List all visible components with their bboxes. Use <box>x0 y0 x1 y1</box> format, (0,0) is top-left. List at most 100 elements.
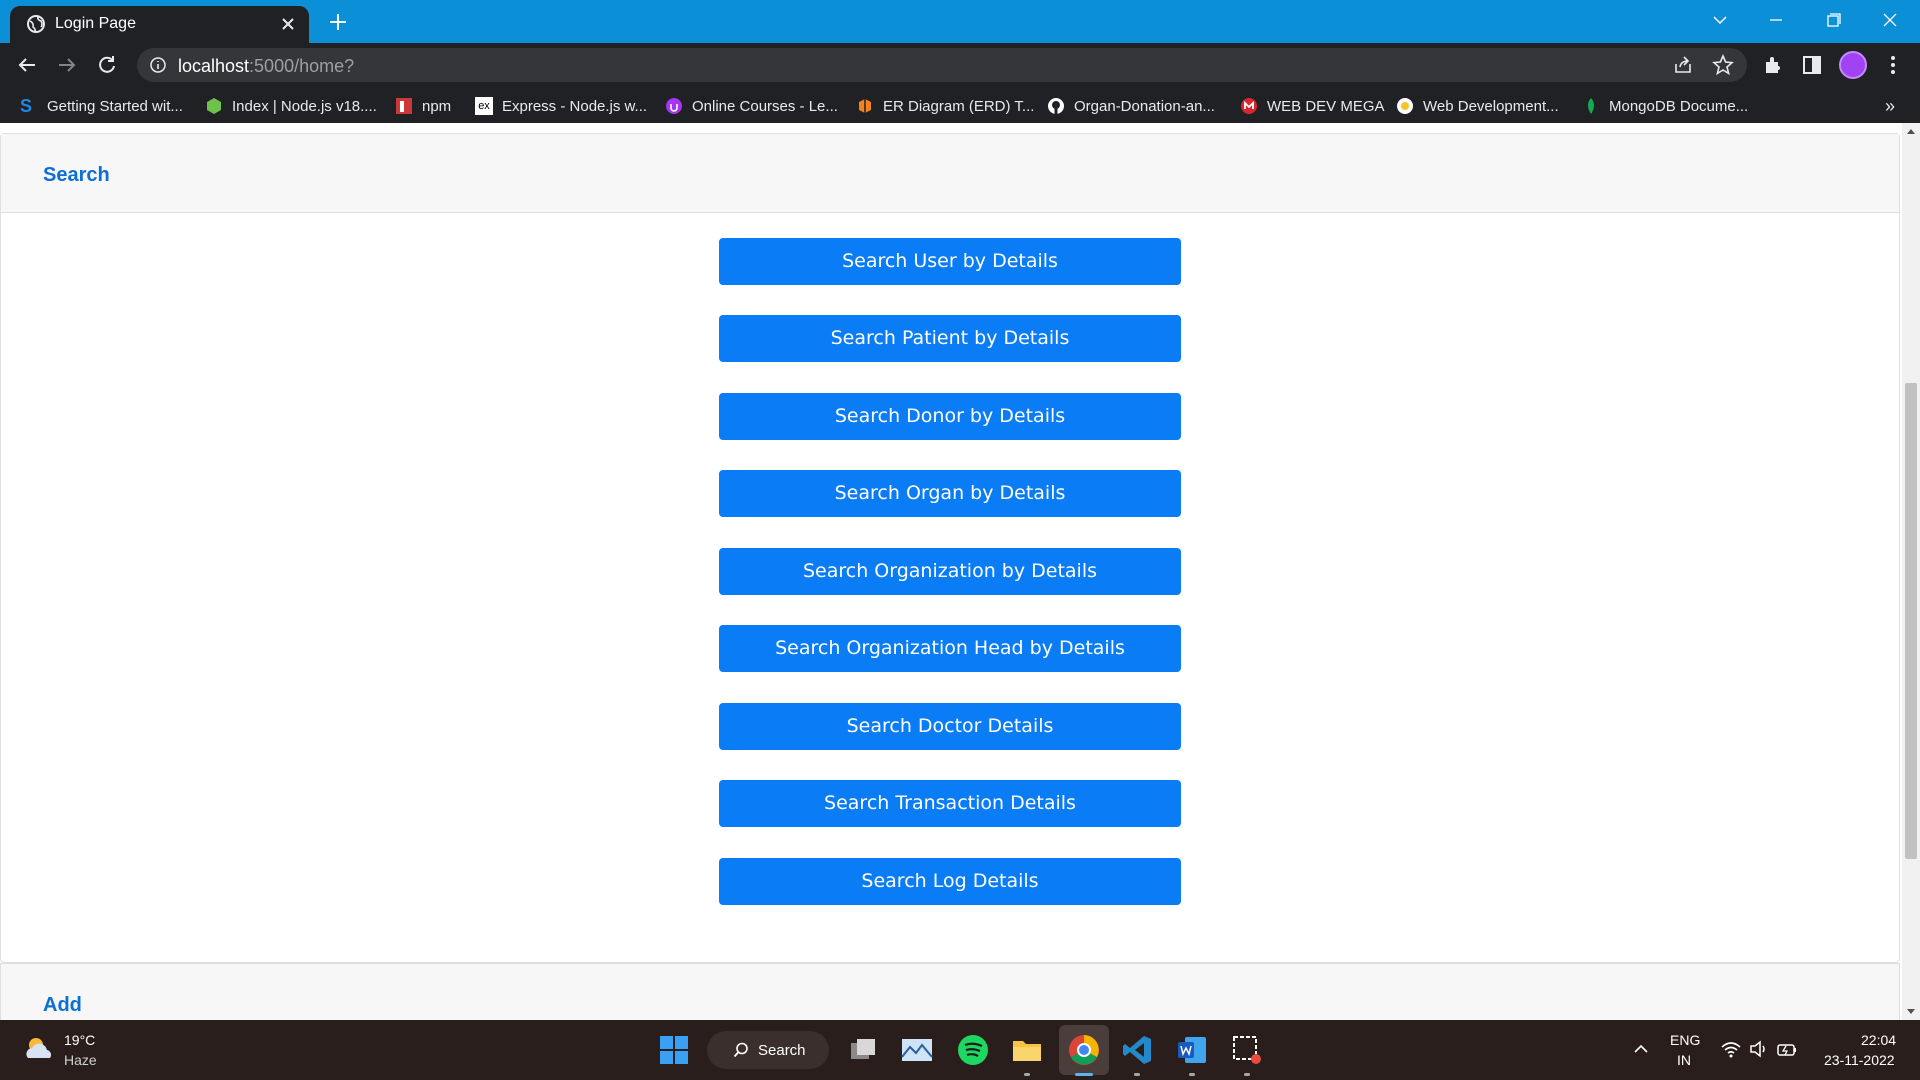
chrome-icon[interactable] <box>1067 1033 1101 1067</box>
word-icon[interactable] <box>1175 1033 1209 1067</box>
share-icon[interactable] <box>1672 54 1694 76</box>
bookmark-label: Index | Node.js v18.... <box>232 97 377 115</box>
bookmark-online-courses[interactable]: Online Courses - Le... <box>665 95 838 117</box>
search-log-button[interactable]: Search Log Details <box>719 858 1181 905</box>
search-doctor-button[interactable]: Search Doctor Details <box>719 703 1181 750</box>
wifi-icon[interactable] <box>1720 1038 1742 1060</box>
add-card-header: Add <box>0 963 1900 1020</box>
bookmark-web-development[interactable]: Web Development... <box>1396 95 1559 117</box>
bookmark-star-icon[interactable] <box>1712 54 1734 76</box>
menu-kebab-icon[interactable] <box>1881 53 1905 77</box>
close-tab-icon[interactable] <box>278 14 298 34</box>
restore-icon[interactable] <box>1819 8 1847 32</box>
windows-start-icon[interactable] <box>657 1033 691 1067</box>
bookmark-label: WEB DEV MEGA <box>1267 97 1385 115</box>
running-indicator <box>1189 1073 1195 1076</box>
input-region[interactable]: IN <box>1677 1052 1691 1068</box>
search-icon <box>733 1042 748 1058</box>
forward-icon[interactable] <box>53 51 81 79</box>
bookmark-express[interactable]: ex Express - Node.js w... <box>475 95 647 117</box>
bookmark-organ-donation-repo[interactable]: Organ-Donation-an... <box>1047 95 1215 117</box>
search-user-button[interactable]: Search User by Details <box>719 238 1181 285</box>
search-organization-button[interactable]: Search Organization by Details <box>719 548 1181 595</box>
mongodb-icon <box>1588 98 1594 114</box>
close-window-icon[interactable] <box>1876 8 1904 32</box>
task-view-icon[interactable] <box>846 1033 880 1067</box>
snipping-tool-icon[interactable] <box>1230 1033 1264 1067</box>
spotify-icon[interactable] <box>956 1033 990 1067</box>
url-path: :5000/home? <box>249 56 355 76</box>
page-viewport: Search Search User by Details Search Pat… <box>0 123 1902 1020</box>
input-language[interactable]: ENG <box>1670 1032 1700 1048</box>
url-text: localhost:5000/home? <box>178 56 354 77</box>
extensions-icon[interactable] <box>1761 53 1785 77</box>
tab-search-chevron-icon[interactable] <box>1706 8 1734 32</box>
windows-taskbar: 19°C Haze Search ENG IN 22:04 23-11-2022 <box>0 1020 1920 1080</box>
s-logo-icon: S <box>20 96 33 116</box>
taskbar-search[interactable]: Search <box>707 1031 829 1069</box>
running-indicator <box>1244 1073 1250 1076</box>
active-indicator <box>1075 1073 1093 1076</box>
back-icon[interactable] <box>13 51 41 79</box>
weather-haze-icon[interactable] <box>22 1032 56 1066</box>
taskbar-date[interactable]: 23-11-2022 <box>1824 1052 1895 1068</box>
bookmark-mongodb-docs[interactable]: MongoDB Docume... <box>1582 95 1748 117</box>
scroll-down-arrow-icon[interactable] <box>1907 1009 1915 1014</box>
lucid-icon <box>859 99 871 113</box>
bookmark-label: Web Development... <box>1423 97 1559 115</box>
running-indicator <box>1024 1073 1030 1076</box>
battery-icon[interactable] <box>1776 1038 1798 1060</box>
tab-title: Login Page <box>55 15 136 32</box>
tab-login-page[interactable]: Login Page <box>10 6 309 43</box>
nodejs-icon <box>207 98 221 114</box>
side-panel-icon[interactable] <box>1800 53 1824 77</box>
search-patient-button[interactable]: Search Patient by Details <box>719 315 1181 362</box>
page-scrollbar[interactable] <box>1902 123 1920 1020</box>
mega-icon <box>1241 98 1257 114</box>
volume-icon[interactable] <box>1748 1038 1770 1060</box>
bookmark-label: MongoDB Docume... <box>1609 97 1749 115</box>
bookmark-label: Organ-Donation-an... <box>1074 97 1215 115</box>
search-organ-button[interactable]: Search Organ by Details <box>719 470 1181 517</box>
taskbar-search-label: Search <box>758 1042 806 1059</box>
vscode-icon[interactable] <box>1120 1033 1154 1067</box>
search-transaction-button[interactable]: Search Transaction Details <box>719 780 1181 827</box>
address-bar[interactable]: localhost:5000/home? <box>137 48 1747 82</box>
minimize-icon[interactable] <box>1762 8 1790 32</box>
profile-avatar[interactable] <box>1839 51 1867 79</box>
bookmark-getting-started[interactable]: S Getting Started wit... <box>20 95 183 117</box>
npm-icon <box>396 98 412 114</box>
reload-icon[interactable] <box>93 51 121 79</box>
bookmark-label: npm <box>422 97 452 115</box>
tab-strip: Login Page <box>0 0 1920 43</box>
weather-temperature: 19°C <box>64 1032 96 1048</box>
bookmark-npm[interactable]: npm <box>395 95 451 117</box>
bookmark-label: Express - Node.js w... <box>502 97 648 115</box>
search-card: Search Search User by Details Search Pat… <box>0 133 1900 963</box>
bookmark-web-dev-mega[interactable]: WEB DEV MEGA <box>1240 95 1385 117</box>
taskbar-clock[interactable]: 22:04 <box>1861 1032 1896 1048</box>
photos-app-icon[interactable] <box>900 1033 934 1067</box>
bookmarks-bar: S Getting Started wit... Index | Node.js… <box>0 87 1920 123</box>
running-indicator <box>1134 1073 1140 1076</box>
show-hidden-icons-chevron-icon[interactable] <box>1630 1038 1652 1060</box>
bookmarks-overflow-icon[interactable]: » <box>1885 96 1895 117</box>
site-info-icon[interactable] <box>149 56 167 74</box>
file-explorer-icon[interactable] <box>1010 1033 1044 1067</box>
web-dev-icon <box>1397 98 1413 114</box>
scrollbar-thumb[interactable] <box>1905 383 1917 859</box>
search-organization-head-button[interactable]: Search Organization Head by Details <box>719 625 1181 672</box>
github-icon <box>1048 98 1064 114</box>
browser-toolbar: localhost:5000/home? <box>0 43 1920 87</box>
search-donor-button[interactable]: Search Donor by Details <box>719 393 1181 440</box>
express-icon: ex <box>475 97 493 115</box>
new-tab-icon[interactable] <box>326 10 350 34</box>
add-section-link[interactable]: Add <box>43 994 82 1017</box>
bookmark-er-diagram[interactable]: ER Diagram (ERD) T... <box>856 95 1034 117</box>
url-host: localhost <box>178 56 250 76</box>
globe-icon <box>27 15 45 33</box>
scroll-up-arrow-icon[interactable] <box>1907 129 1915 134</box>
bookmark-nodejs-index[interactable]: Index | Node.js v18.... <box>205 95 377 117</box>
bookmark-label: ER Diagram (ERD) T... <box>883 97 1035 115</box>
search-section-link[interactable]: Search <box>43 164 110 187</box>
